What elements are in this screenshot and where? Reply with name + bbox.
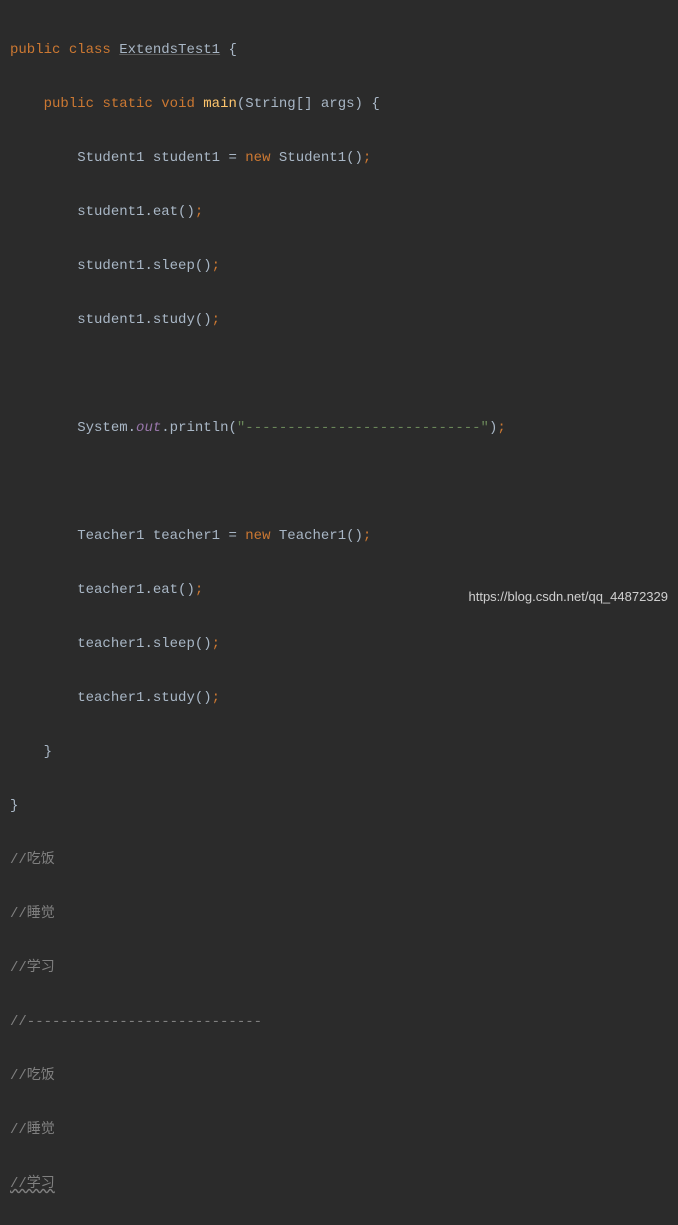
ctor: Teacher1() — [271, 528, 363, 544]
comment-line: //学习 — [10, 955, 678, 982]
call: .sleep() — [144, 258, 211, 274]
keyword-class: class — [69, 42, 111, 58]
brace-close: } — [44, 744, 52, 760]
params: (String[] args) — [237, 96, 371, 112]
code-line: public class ExtendsTest1 { — [10, 37, 678, 64]
class-name: ExtendsTest1 — [119, 42, 220, 58]
code-line: Teacher1 teacher1 = new Teacher1(); — [10, 523, 678, 550]
var: student1 — [77, 258, 144, 274]
code-line: Student1 student1 = new Student1(); — [10, 145, 678, 172]
var: teacher1 — [77, 582, 144, 598]
semicolon: ; — [195, 582, 203, 598]
call: .eat() — [144, 582, 194, 598]
code-line: } — [10, 739, 678, 766]
code-line: System.out.println("--------------------… — [10, 415, 678, 442]
semicolon: ; — [497, 420, 505, 436]
string-literal: "----------------------------" — [237, 420, 489, 436]
system: System — [77, 420, 127, 436]
var: student1 — [77, 312, 144, 328]
brace-close: } — [10, 798, 18, 814]
code-line: teacher1.sleep(); — [10, 631, 678, 658]
eq: = — [220, 528, 245, 544]
comment-line: //睡觉 — [10, 901, 678, 928]
ctor: Student1() — [271, 150, 363, 166]
keyword-public: public — [44, 96, 94, 112]
semicolon: ; — [212, 258, 220, 274]
semicolon: ; — [212, 636, 220, 652]
var: student1 — [77, 204, 144, 220]
var: teacher1 — [77, 636, 144, 652]
dot: . — [128, 420, 136, 436]
code-line: teacher1.study(); — [10, 685, 678, 712]
code-editor[interactable]: public class ExtendsTest1 { public stati… — [0, 0, 678, 1225]
method-main: main — [203, 96, 237, 112]
eq: = — [220, 150, 245, 166]
brace: { — [371, 96, 379, 112]
watermark-text: https://blog.csdn.net/qq_44872329 — [469, 583, 669, 610]
semicolon: ; — [212, 690, 220, 706]
comment-line: //睡觉 — [10, 1117, 678, 1144]
call: .study() — [144, 312, 211, 328]
code-line: public static void main(String[] args) { — [10, 91, 678, 118]
call: .eat() — [144, 204, 194, 220]
keyword-new: new — [245, 150, 270, 166]
code-line: student1.eat(); — [10, 199, 678, 226]
code-line: } — [10, 793, 678, 820]
comment-line: //吃饭 — [10, 847, 678, 874]
comment-line: //学习 — [10, 1171, 678, 1198]
println: .println( — [161, 420, 237, 436]
semicolon: ; — [212, 312, 220, 328]
out-field: out — [136, 420, 161, 436]
comment-line: //吃饭 — [10, 1063, 678, 1090]
comment-line: //---------------------------- — [10, 1009, 678, 1036]
keyword-void: void — [161, 96, 195, 112]
type: Student1 — [77, 150, 144, 166]
keyword-new: new — [245, 528, 270, 544]
blank-line — [10, 469, 678, 496]
brace: { — [228, 42, 236, 58]
keyword-static: static — [102, 96, 152, 112]
call: .sleep() — [144, 636, 211, 652]
semicolon: ; — [363, 150, 371, 166]
code-line: student1.study(); — [10, 307, 678, 334]
semicolon: ; — [195, 204, 203, 220]
keyword-public: public — [10, 42, 60, 58]
call: .study() — [144, 690, 211, 706]
code-line: student1.sleep(); — [10, 253, 678, 280]
semicolon: ; — [363, 528, 371, 544]
var: teacher1 — [153, 528, 220, 544]
type: Teacher1 — [77, 528, 144, 544]
var: teacher1 — [77, 690, 144, 706]
var: student1 — [153, 150, 220, 166]
blank-line — [10, 361, 678, 388]
